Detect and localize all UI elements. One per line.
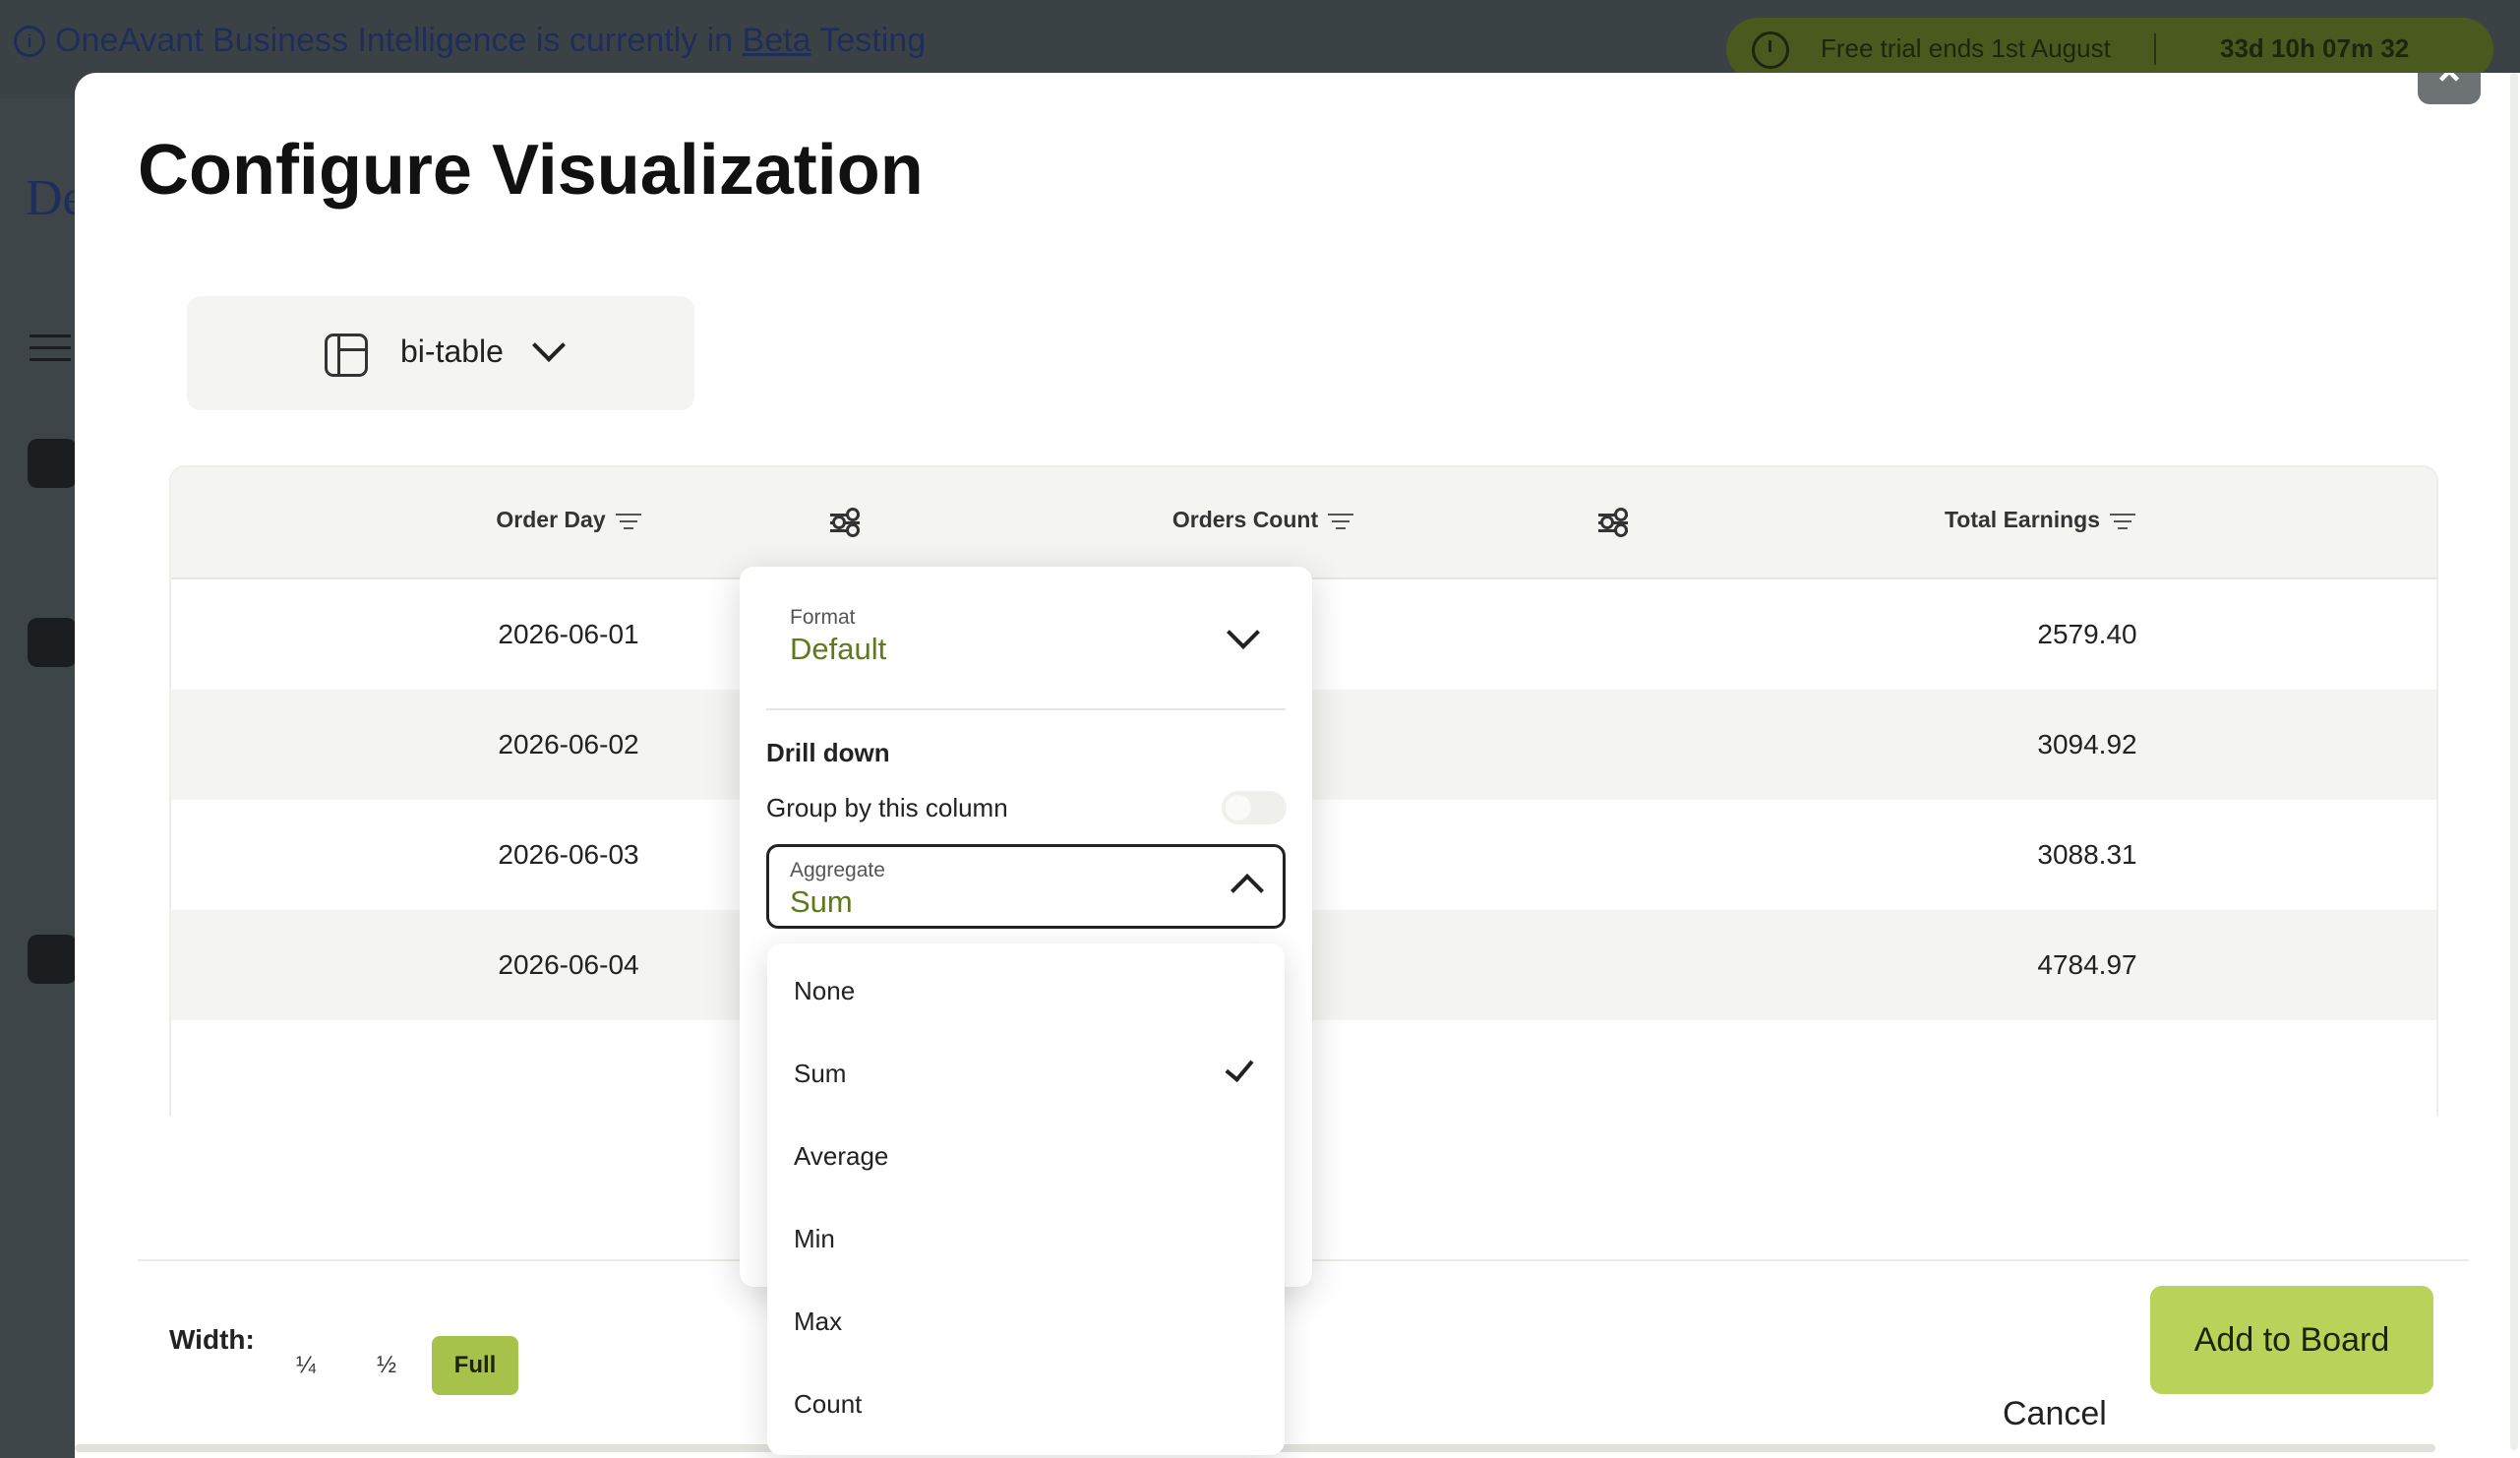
total-earnings-cell: 3094.92 (2037, 729, 2137, 759)
group-by-toggle[interactable] (1222, 791, 1287, 824)
drill-down-title: Drill down (766, 738, 890, 767)
visualization-type-select[interactable]: bi-table (187, 296, 694, 410)
column-header-order-day[interactable]: Order Day (382, 507, 755, 533)
order-day-cell: 2026-06-03 (498, 839, 639, 870)
sort-icon[interactable] (1328, 512, 1354, 529)
width-quarter-button[interactable]: ¼ (281, 1336, 330, 1395)
aggregate-option-max[interactable]: Max (794, 1306, 842, 1337)
sort-icon[interactable] (2110, 512, 2136, 529)
width-label: Width: (169, 1324, 255, 1355)
aggregate-option-count[interactable]: Count (794, 1389, 862, 1420)
column-header-label: Orders Count (1171, 507, 1319, 532)
total-earnings-cell: 2579.40 (2037, 619, 2137, 649)
aggregate-option-sum[interactable]: Sum (794, 1059, 846, 1089)
aggregate-options-menu: None Sum Average Min Max Count (767, 943, 1285, 1455)
beta-notice-suffix: Testing (810, 22, 927, 59)
width-half-button[interactable]: ½ (362, 1336, 411, 1395)
beta-link[interactable]: Beta (743, 22, 811, 59)
format-value: Default (790, 632, 887, 666)
chevron-down-icon (1227, 616, 1260, 649)
table-header: Order Day Orders Count Total Earnings (171, 467, 2436, 579)
group-by-label: Group by this column (766, 793, 1008, 822)
aggregate-select[interactable]: Aggregate Sum (766, 844, 1286, 929)
width-full-button[interactable]: Full (432, 1336, 518, 1395)
sort-icon[interactable] (615, 512, 641, 529)
beta-notice-prefix: OneAvant Business Intelligence is curren… (55, 22, 743, 59)
aggregate-option-none[interactable]: None (794, 976, 855, 1006)
column-header-orders-count[interactable]: Orders Count (1076, 507, 1450, 533)
info-icon: i (14, 26, 45, 57)
column-settings-icon-order-day[interactable] (830, 508, 860, 537)
popover-divider (766, 708, 1286, 710)
order-day-cell: 2026-06-02 (498, 729, 639, 759)
beta-notice: i OneAvant Business Intelligence is curre… (14, 22, 926, 60)
total-earnings-cell: 3088.31 (2037, 839, 2137, 870)
trial-countdown: 33d 10h 07m 32 (2220, 33, 2410, 63)
chevron-up-icon (1230, 874, 1264, 907)
format-label: Format (790, 606, 856, 629)
add-to-board-button[interactable]: Add to Board (2150, 1286, 2433, 1394)
cancel-button[interactable]: Cancel (2003, 1395, 2107, 1433)
aggregate-label: Aggregate (790, 859, 885, 881)
sidebar-logo (28, 439, 77, 488)
column-settings-icon-orders-count[interactable] (1598, 508, 1628, 537)
table-icon (325, 334, 368, 377)
aggregate-option-min[interactable]: Min (794, 1224, 835, 1254)
trial-text: Free trial ends 1st August (1821, 33, 2111, 63)
aggregate-value: Sum (790, 884, 853, 919)
sidebar-home-icon[interactable] (28, 618, 77, 667)
menu-icon[interactable] (30, 334, 71, 370)
column-header-label: Order Day (496, 507, 606, 532)
sidebar-active-item[interactable] (28, 935, 77, 984)
clock-icon (1752, 31, 1789, 69)
column-header-total-earnings[interactable]: Total Earnings (1853, 507, 2227, 533)
visualization-type-value: bi-table (400, 334, 504, 369)
vertical-scrollbar[interactable] (2510, 73, 2518, 1450)
close-button[interactable]: × (2418, 73, 2481, 104)
total-earnings-cell: 4784.97 (2037, 949, 2137, 980)
column-header-label: Total Earnings (1944, 507, 2101, 532)
checkmark-icon (1225, 1052, 1254, 1083)
trial-pill: Free trial ends 1st August 33d 10h 07m 3… (1726, 18, 2493, 81)
order-day-cell: 2026-06-04 (498, 949, 639, 980)
aggregate-option-average[interactable]: Average (794, 1141, 888, 1172)
order-day-cell: 2026-06-01 (498, 619, 639, 649)
trial-divider (2154, 33, 2156, 65)
modal-title: Configure Visualization (138, 131, 924, 210)
chevron-down-icon (532, 329, 566, 362)
